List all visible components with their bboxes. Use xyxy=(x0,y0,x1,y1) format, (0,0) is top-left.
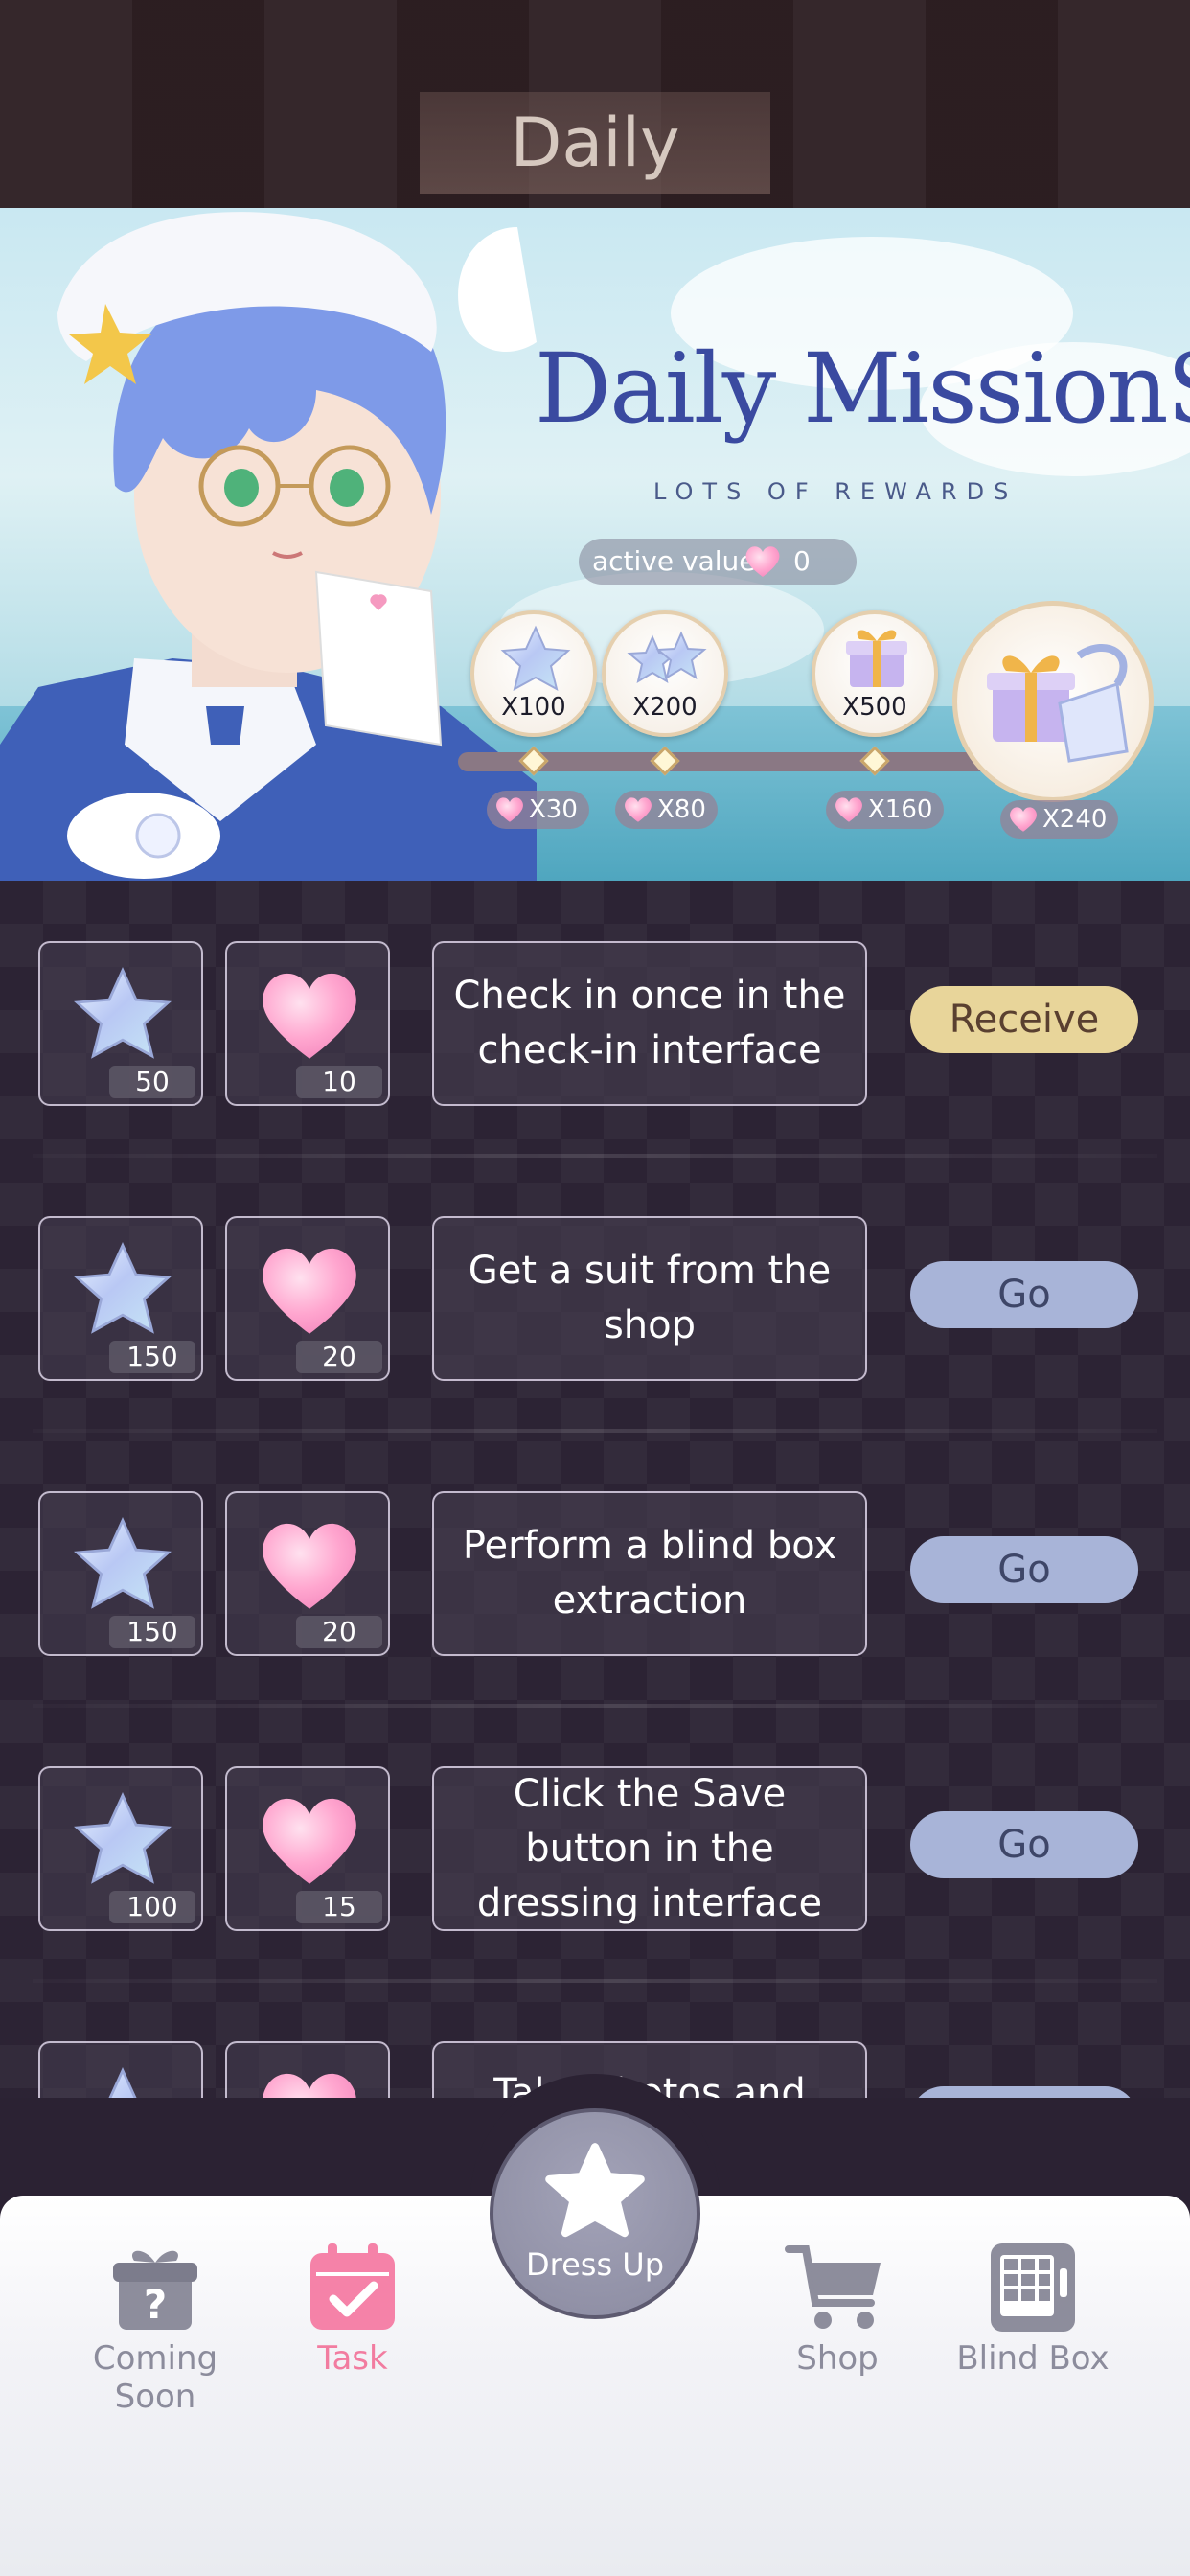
shopping-cart-icon xyxy=(785,2245,881,2329)
reward-amount: X100 xyxy=(501,693,566,722)
heart-icon xyxy=(625,797,652,822)
heart-reward-box: 10 xyxy=(225,941,390,1106)
heart-reward-box: 20 xyxy=(225,1216,390,1381)
blind-box-machine-icon xyxy=(991,2243,1075,2332)
tab-shop-label: Shop xyxy=(796,2339,879,2378)
heart-icon xyxy=(263,1523,356,1609)
requirement-value: X240 xyxy=(1042,805,1108,834)
calendar-check-icon xyxy=(310,2243,395,2330)
task-row: 100 15 Click the Save button in the dres… xyxy=(0,1706,1190,1983)
star-crystal-icon xyxy=(74,1242,172,1334)
go-button[interactable]: Go xyxy=(910,1261,1138,1328)
heart-reward-count: 20 xyxy=(296,1616,382,1648)
star-reward-box: 150 xyxy=(38,1216,203,1381)
go-button[interactable]: Go xyxy=(910,1536,1138,1603)
tab-task-label: Task xyxy=(317,2339,388,2378)
heart-icon xyxy=(263,1248,356,1334)
daily-missions-banner: Daily MissionS LOTS OF REWARDS active va… xyxy=(0,208,1190,881)
task-description: Click the Save button in the dressing in… xyxy=(432,1766,867,1931)
star-icon xyxy=(545,2143,645,2238)
star-crystal-icon xyxy=(108,2067,137,2098)
task-description: Get a suit from the shop xyxy=(432,1216,867,1381)
star-crystals-icon xyxy=(627,631,707,684)
requirement-value: X160 xyxy=(868,795,933,824)
heart-reward-count: 15 xyxy=(296,1891,382,1923)
star-reward-count: 150 xyxy=(109,1616,195,1648)
star-reward-box: 100 xyxy=(38,1766,203,1931)
active-value: 0 xyxy=(793,545,811,577)
task-description: Check in once in the check-in interface xyxy=(432,941,867,1106)
heart-icon xyxy=(263,1798,356,1884)
reward-chest-2[interactable]: X200 xyxy=(602,610,728,737)
heart-icon xyxy=(1010,807,1037,832)
active-value-indicator: active value 0 xyxy=(579,539,857,585)
gift-icon: ? xyxy=(113,2250,197,2330)
active-value-label: active value xyxy=(592,545,756,577)
heart-icon xyxy=(496,797,523,822)
task-row: 50 10 Check in once in the check-in inte… xyxy=(0,881,1190,1158)
big-gift-icon xyxy=(987,643,1129,763)
reward-requirement: X240 xyxy=(1000,800,1119,839)
reward-requirement: X30 xyxy=(487,791,589,829)
tab-shop[interactable]: Shop xyxy=(732,2240,943,2393)
task-row: 150 20 Perform a blind box extraction Go xyxy=(0,1431,1190,1708)
task-description: Perform a blind box extraction xyxy=(432,1491,867,1656)
reward-requirement: X160 xyxy=(826,791,945,829)
requirement-value: X80 xyxy=(657,795,706,824)
reward-chest-final[interactable] xyxy=(952,601,1154,802)
heart-reward-count: 10 xyxy=(296,1066,382,1098)
star-reward-box: 150 xyxy=(38,1491,203,1656)
dress-up-button[interactable]: Dress Up xyxy=(490,2108,700,2319)
svg-text:?: ? xyxy=(144,2281,167,2328)
dress-up-label: Dress Up xyxy=(525,2246,665,2283)
go-button[interactable]: Go xyxy=(910,1811,1138,1878)
task-list[interactable]: 50 10 Check in once in the check-in inte… xyxy=(0,881,1190,2098)
star-crystal-icon xyxy=(74,1792,172,1884)
receive-button[interactable]: Receive xyxy=(910,986,1138,1053)
star-reward-count: 100 xyxy=(109,1891,195,1923)
requirement-value: X30 xyxy=(529,795,578,824)
task-row: 150 20 Get a suit from the shop Go xyxy=(0,1156,1190,1433)
star-crystal-icon xyxy=(74,967,172,1059)
star-reward-count: 50 xyxy=(109,1066,195,1098)
page-title: Daily tasks xyxy=(420,92,770,284)
header: Daily tasks xyxy=(0,0,1190,284)
heart-icon xyxy=(745,546,780,577)
tab-coming-soon-label: Coming Soon xyxy=(92,2339,218,2416)
star-reward-box xyxy=(38,2041,203,2098)
tab-coming-soon[interactable]: ? Coming Soon xyxy=(50,2240,261,2416)
star-reward-count: 150 xyxy=(109,1341,195,1373)
heart-reward-box: 15 xyxy=(225,1766,390,1931)
character-illustration xyxy=(0,212,537,881)
heart-reward-box: 20 xyxy=(225,1491,390,1656)
heart-icon xyxy=(835,797,862,822)
tab-blind-box-label: Blind Box xyxy=(956,2339,1110,2378)
banner-title: Daily MissionS xyxy=(535,333,1190,445)
tab-task[interactable]: Task xyxy=(247,2240,458,2393)
heart-reward-count: 20 xyxy=(296,1341,382,1373)
heart-icon xyxy=(263,973,356,1059)
go-button[interactable] xyxy=(910,2086,1138,2098)
heart-icon xyxy=(263,2073,356,2098)
star-crystal-icon xyxy=(74,1517,172,1609)
reward-amount: X200 xyxy=(632,693,698,722)
star-crystal-icon xyxy=(500,625,571,691)
reward-chest-3[interactable]: X500 xyxy=(812,610,938,737)
star-reward-box: 50 xyxy=(38,941,203,1106)
reward-amount: X500 xyxy=(842,693,907,722)
banner-subtitle: LOTS OF REWARDS xyxy=(653,478,1018,505)
gift-box-icon xyxy=(846,630,907,687)
reward-chest-1[interactable]: X100 xyxy=(470,610,597,737)
reward-requirement: X80 xyxy=(615,791,718,829)
tab-blind-box[interactable]: Blind Box xyxy=(927,2240,1138,2393)
heart-reward-box xyxy=(225,2041,390,2098)
